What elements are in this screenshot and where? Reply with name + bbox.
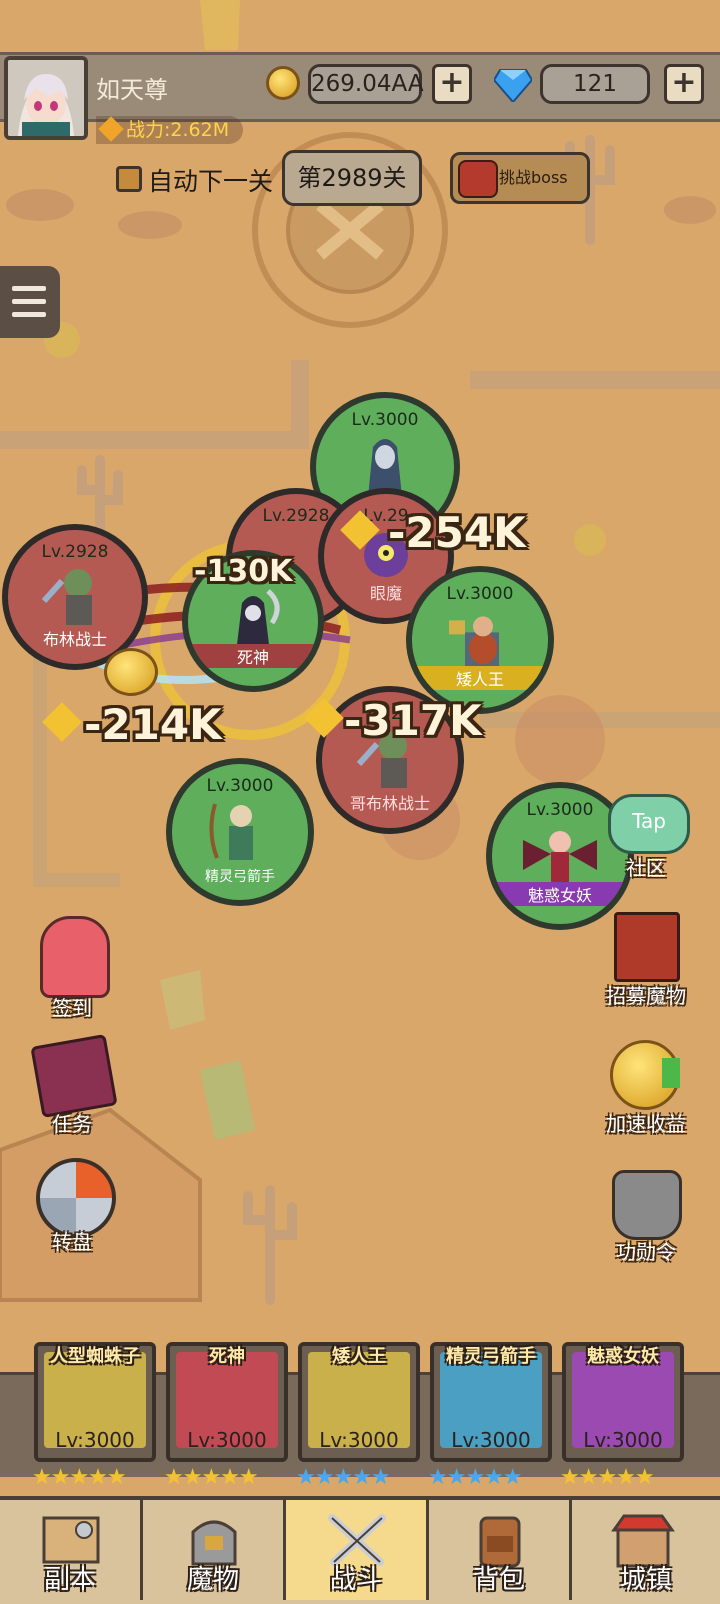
star-rating: ★★★★★: [32, 1465, 127, 1490]
roster-card-name: 人型蜘蛛子: [50, 1346, 140, 1367]
roster-card[interactable]: 魅惑女妖 Lv:3000: [562, 1342, 684, 1462]
recruit-banner-icon[interactable]: [614, 912, 680, 982]
monster-name: 魅惑女妖: [492, 882, 628, 906]
monster-name: 死神: [188, 644, 318, 668]
roster-card[interactable]: 矮人王 Lv:3000: [298, 1342, 420, 1462]
quest-book-icon[interactable]: [30, 1033, 118, 1119]
speed-income-label: 加速收益: [606, 1112, 686, 1136]
sign-in-label: 签到: [52, 996, 92, 1020]
roster-card[interactable]: 死神 Lv:3000: [166, 1342, 288, 1462]
tab-backpack[interactable]: 背包: [429, 1500, 572, 1600]
auto-next-label: 自动下一关: [148, 167, 274, 196]
monster-name: 精灵弓箭手: [205, 869, 275, 885]
roster-card-level: Lv:3000: [319, 1428, 399, 1452]
gold-coin-icon: [266, 66, 300, 100]
combat-power: 战力:2.62M: [96, 116, 244, 144]
power-icon: [98, 116, 124, 142]
recruit-label: 招募魔物: [606, 984, 686, 1008]
quests-label: 任务: [52, 1112, 92, 1136]
add-gems-button[interactable]: +: [664, 64, 704, 104]
combat-power-value: 战力:2.62M: [126, 119, 230, 141]
roster-card-name: 死神: [209, 1346, 245, 1367]
monster-level: Lv.3000: [206, 776, 274, 796]
roster-card-name: 精灵弓箭手: [446, 1346, 536, 1367]
damage-number: -130K: [194, 554, 293, 589]
monster-level: Lv.3000: [446, 584, 514, 604]
sign-in-character-icon[interactable]: [40, 916, 110, 998]
goblin-warrior-icon: [41, 568, 92, 625]
roster-card-level: Lv:3000: [583, 1428, 663, 1452]
community-button[interactable]: Tap: [608, 794, 690, 854]
add-gold-button[interactable]: +: [432, 64, 472, 104]
player-avatar[interactable]: [4, 56, 88, 140]
monster-name: 哥布林战士: [349, 794, 430, 813]
monster-level: Lv.2928: [41, 542, 109, 562]
roster-card-level: Lv:3000: [451, 1428, 531, 1452]
roster-card-level: Lv:3000: [55, 1428, 135, 1452]
elf-archer-icon: [209, 803, 253, 860]
star-rating: ★★★★★: [428, 1465, 523, 1490]
wheel-label: 转盘: [52, 1230, 92, 1254]
merit-helmet-icon[interactable]: [612, 1170, 682, 1240]
tab-label: 背包: [472, 1565, 525, 1595]
auto-next-checkbox[interactable]: [116, 166, 142, 192]
monster-name: 矮人王: [412, 666, 548, 690]
player-name: 如天尊: [96, 76, 168, 104]
community-label: 社区: [626, 856, 666, 880]
up-arrow-icon: [662, 1058, 680, 1088]
tab-label: 副本: [43, 1565, 96, 1595]
roster-card[interactable]: 精灵弓箭手 Lv:3000: [430, 1342, 552, 1462]
damage-number: -214K: [84, 700, 222, 749]
tab-battle[interactable]: 战斗: [286, 1500, 429, 1600]
gem-amount: 121: [540, 64, 650, 104]
diamond-icon: [494, 69, 532, 102]
monster-name: 布林战士: [42, 630, 107, 649]
tab-monsters[interactable]: 魔物: [143, 1500, 286, 1600]
tab-label: 魔物: [186, 1565, 239, 1595]
roster-card-level: Lv:3000: [187, 1428, 267, 1452]
star-rating: ★★★★★: [296, 1465, 391, 1490]
monster-ally[interactable]: Lv.3000 精灵弓箭手: [166, 758, 314, 906]
avatar-portrait-icon: [8, 60, 84, 136]
star-rating: ★★★★★: [164, 1465, 259, 1490]
tab-dungeon[interactable]: 副本: [0, 1500, 143, 1600]
gold-amount: 269.04AA: [308, 64, 424, 104]
tap-badge: Tap: [632, 809, 666, 833]
damage-number: -254K: [388, 508, 526, 557]
star-rating: ★★★★★: [560, 1465, 655, 1490]
roster-card[interactable]: 人型蜘蛛子 Lv:3000: [34, 1342, 156, 1462]
merit-label: 功勋令: [616, 1240, 676, 1264]
gold-drop-icon[interactable]: [104, 648, 158, 696]
tab-label: 战斗: [329, 1565, 382, 1595]
roster-card-name: 矮人王: [332, 1346, 386, 1367]
hamburger-menu-button[interactable]: [0, 266, 60, 338]
tab-town[interactable]: 城镇: [572, 1500, 720, 1600]
roster-card-name: 魅惑女妖: [587, 1346, 659, 1367]
damage-number: -317K: [344, 696, 482, 745]
stage-level-button[interactable]: 第2989关: [282, 150, 422, 206]
demon-face-icon: [458, 160, 498, 198]
monster-ally[interactable]: Lv.3000 矮人王: [406, 566, 554, 714]
tab-label: 城镇: [619, 1565, 672, 1595]
